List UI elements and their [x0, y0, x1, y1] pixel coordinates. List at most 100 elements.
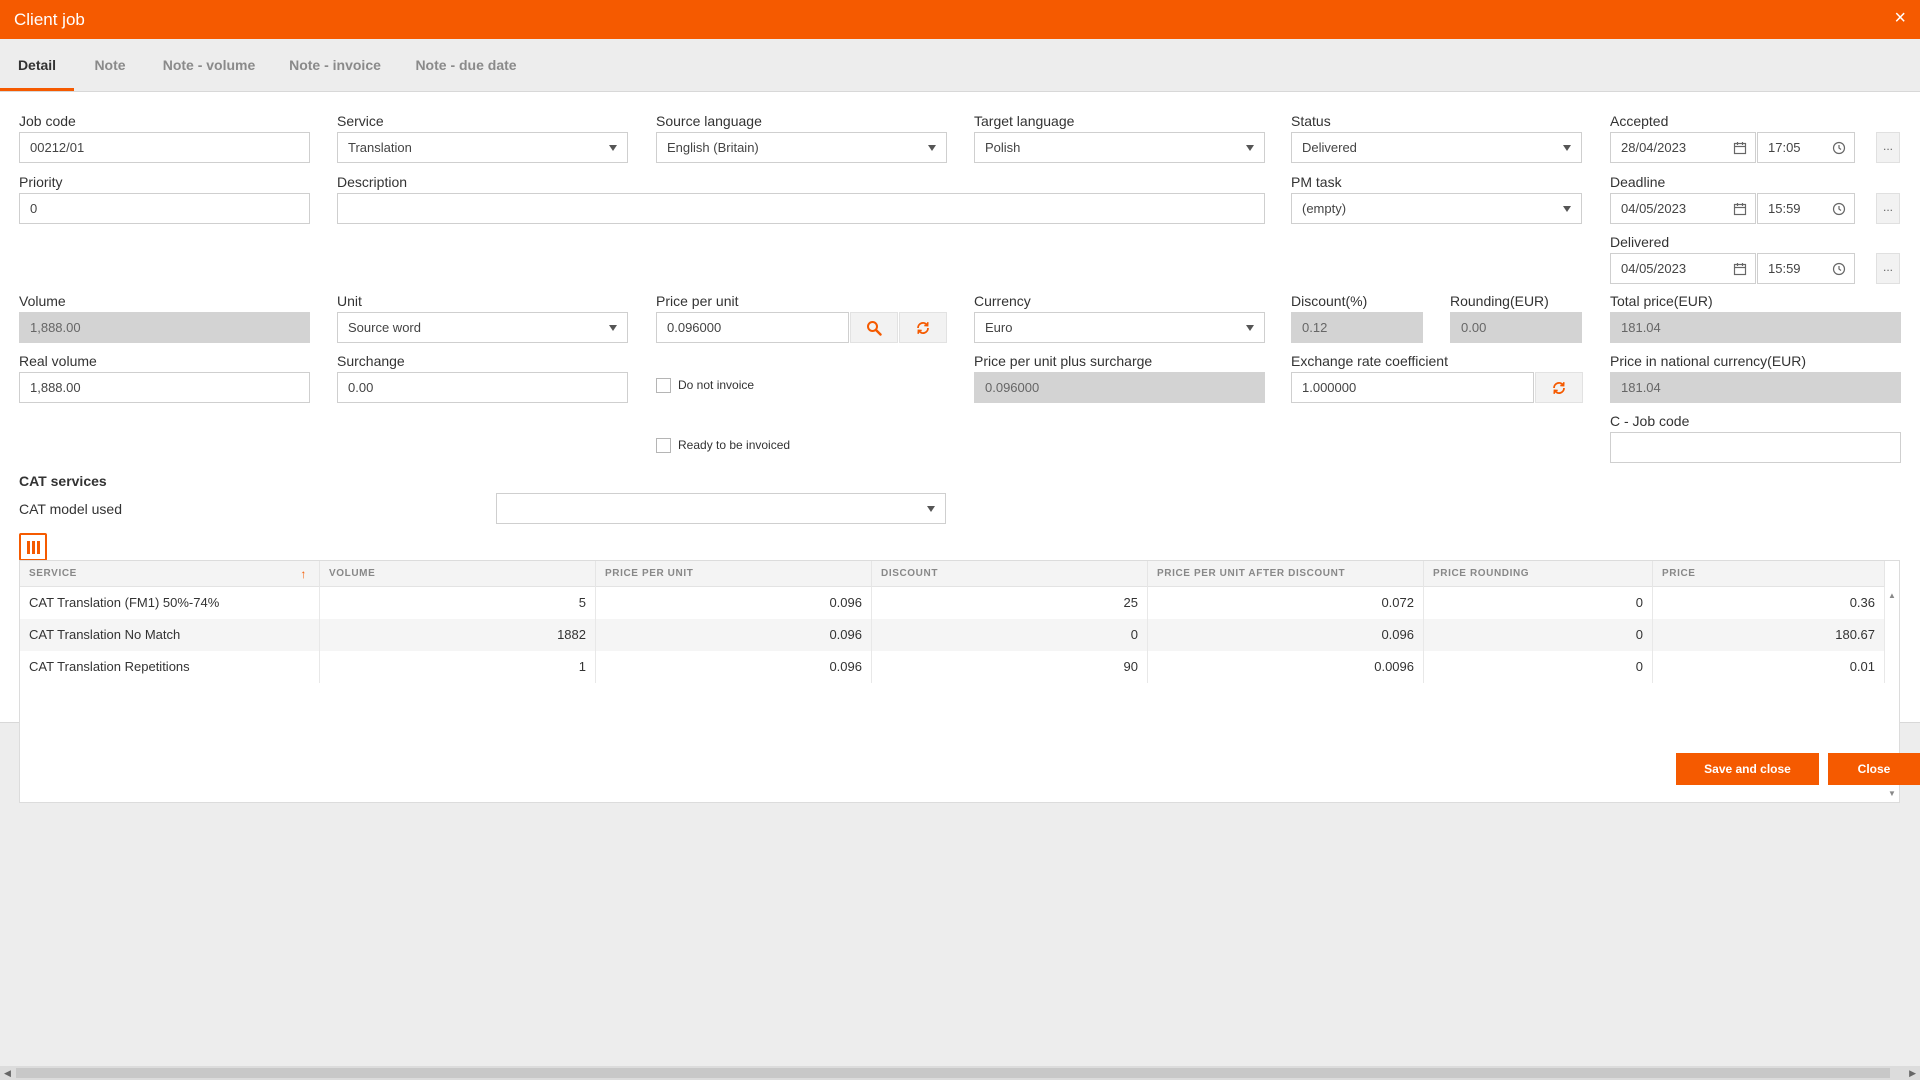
column-header-price-rounding[interactable]: PRICE ROUNDING [1424, 561, 1653, 587]
status-value: Delivered [1302, 140, 1357, 155]
scroll-up-icon[interactable]: ▲ [1888, 591, 1896, 600]
volume-label: Volume [19, 293, 66, 309]
deadline-more-button[interactable]: ... [1876, 193, 1900, 224]
scroll-left-icon[interactable]: ◀ [4, 1066, 11, 1080]
ready-to-invoice-checkbox[interactable] [656, 438, 671, 453]
columns-icon [26, 540, 41, 554]
chevron-down-icon [1246, 325, 1254, 331]
priority-field[interactable]: 0 [19, 193, 310, 224]
cell-price: 0.01 [1653, 651, 1885, 683]
unit-select[interactable]: Source word [337, 312, 628, 343]
pm-task-select[interactable]: (empty) [1291, 193, 1582, 224]
cell-price-per-unit: 0.096 [596, 619, 872, 651]
column-header-price-after-discount[interactable]: PRICE PER UNIT AFTER DISCOUNT [1148, 561, 1424, 587]
description-field[interactable] [337, 193, 1265, 224]
cat-services-table: SERVICE ↑ VOLUME PRICE PER UNIT DISCOUNT… [19, 560, 1900, 803]
save-and-close-button[interactable]: Save and close [1676, 753, 1819, 785]
tab-note-due-date[interactable]: Note - due date [410, 39, 522, 91]
deadline-date-field[interactable]: 04/05/2023 [1610, 193, 1756, 224]
unit-label: Unit [337, 293, 362, 309]
scroll-down-icon[interactable]: ▼ [1888, 789, 1896, 798]
surcharge-label: Surchange [337, 353, 405, 369]
service-select[interactable]: Translation [337, 132, 628, 163]
cat-services-title: CAT services [19, 473, 107, 489]
tab-note-invoice[interactable]: Note - invoice [284, 39, 386, 91]
cell-volume: 5 [320, 587, 596, 619]
do-not-invoice-checkbox[interactable] [656, 378, 671, 393]
close-icon[interactable]: × [1894, 7, 1906, 30]
price-per-unit-field[interactable]: 0.096000 [656, 312, 849, 343]
currency-label: Currency [974, 293, 1031, 309]
cell-price-after-discount: 0.0096 [1148, 651, 1424, 683]
tab-bar: Detail Note Note - volume Note - invoice… [0, 39, 1920, 91]
search-price-button[interactable] [850, 312, 898, 343]
close-button[interactable]: Close [1828, 753, 1920, 785]
job-code-field[interactable]: 00212/01 [19, 132, 310, 163]
accepted-date-value: 28/04/2023 [1621, 140, 1687, 155]
chevron-down-icon [1563, 206, 1571, 212]
deadline-time-value: 15:59 [1768, 201, 1801, 216]
refresh-price-button[interactable] [899, 312, 947, 343]
surcharge-field[interactable]: 0.00 [337, 372, 628, 403]
calendar-icon[interactable] [1731, 200, 1749, 218]
calendar-icon[interactable] [1731, 139, 1749, 157]
accepted-date-field[interactable]: 28/04/2023 [1610, 132, 1756, 163]
priority-label: Priority [19, 174, 63, 190]
cat-model-select[interactable] [496, 493, 946, 524]
c-job-code-field[interactable] [1610, 432, 1901, 463]
cell-price: 180.67 [1653, 619, 1885, 651]
target-language-select[interactable]: Polish [974, 132, 1265, 163]
delivered-date-field[interactable]: 04/05/2023 [1610, 253, 1756, 284]
tab-note-volume[interactable]: Note - volume [156, 39, 262, 91]
status-label: Status [1291, 113, 1331, 129]
rounding-field: 0.00 [1450, 312, 1582, 343]
page-horizontal-scrollbar[interactable]: ◀ ▶ [0, 1066, 1920, 1080]
price-national-field: 181.04 [1610, 372, 1901, 403]
clock-icon[interactable] [1830, 139, 1848, 157]
price-per-unit-label: Price per unit [656, 293, 739, 309]
tab-note[interactable]: Note [86, 39, 134, 91]
job-code-label: Job code [19, 113, 76, 129]
column-header-price-per-unit[interactable]: PRICE PER UNIT [596, 561, 872, 587]
accepted-time-field[interactable]: 17:05 [1757, 132, 1855, 163]
deadline-time-field[interactable]: 15:59 [1757, 193, 1855, 224]
cell-volume: 1 [320, 651, 596, 683]
delivered-more-button[interactable]: ... [1876, 253, 1900, 284]
delivered-label: Delivered [1610, 234, 1670, 250]
column-header-service[interactable]: SERVICE ↑ [20, 561, 320, 587]
status-select[interactable]: Delivered [1291, 132, 1582, 163]
currency-select[interactable]: Euro [974, 312, 1265, 343]
accepted-more-button[interactable]: ... [1876, 132, 1900, 163]
description-label: Description [337, 174, 408, 190]
source-language-select[interactable]: English (Britain) [656, 132, 947, 163]
calendar-icon[interactable] [1731, 260, 1749, 278]
exchange-rate-field[interactable]: 1.000000 [1291, 372, 1534, 403]
chevron-down-icon [928, 145, 936, 151]
currency-value: Euro [985, 320, 1013, 335]
target-language-label: Target language [974, 113, 1075, 129]
delivered-time-field[interactable]: 15:59 [1757, 253, 1855, 284]
sort-arrow-icon[interactable]: ↑ [300, 561, 307, 587]
column-chooser-button[interactable] [19, 533, 47, 561]
cell-discount: 90 [872, 651, 1148, 683]
scrollbar-thumb[interactable] [16, 1068, 1890, 1078]
cell-service: CAT Translation Repetitions [20, 651, 320, 683]
volume-field: 1,888.00 [19, 312, 310, 343]
column-header-discount[interactable]: DISCOUNT [872, 561, 1148, 587]
refresh-exchange-rate-button[interactable] [1535, 372, 1583, 403]
tab-detail[interactable]: Detail [0, 39, 74, 91]
table-row[interactable]: CAT Translation Repetitions 1 0.096 90 0… [20, 651, 1885, 683]
c-job-code-label: C - Job code [1610, 413, 1690, 429]
clock-icon[interactable] [1830, 200, 1848, 218]
do-not-invoice-label: Do not invoice [678, 378, 755, 392]
table-row[interactable]: CAT Translation (FM1) 50%-74% 5 0.096 25… [20, 587, 1885, 619]
clock-icon[interactable] [1830, 260, 1848, 278]
column-header-price[interactable]: PRICE [1653, 561, 1885, 587]
real-volume-label: Real volume [19, 353, 97, 369]
table-row[interactable]: CAT Translation No Match 1882 0.096 0 0.… [20, 619, 1885, 651]
column-header-volume[interactable]: VOLUME [320, 561, 596, 587]
scroll-right-icon[interactable]: ▶ [1909, 1066, 1916, 1080]
unit-value: Source word [348, 320, 421, 335]
real-volume-field[interactable]: 1,888.00 [19, 372, 310, 403]
service-label: Service [337, 113, 384, 129]
